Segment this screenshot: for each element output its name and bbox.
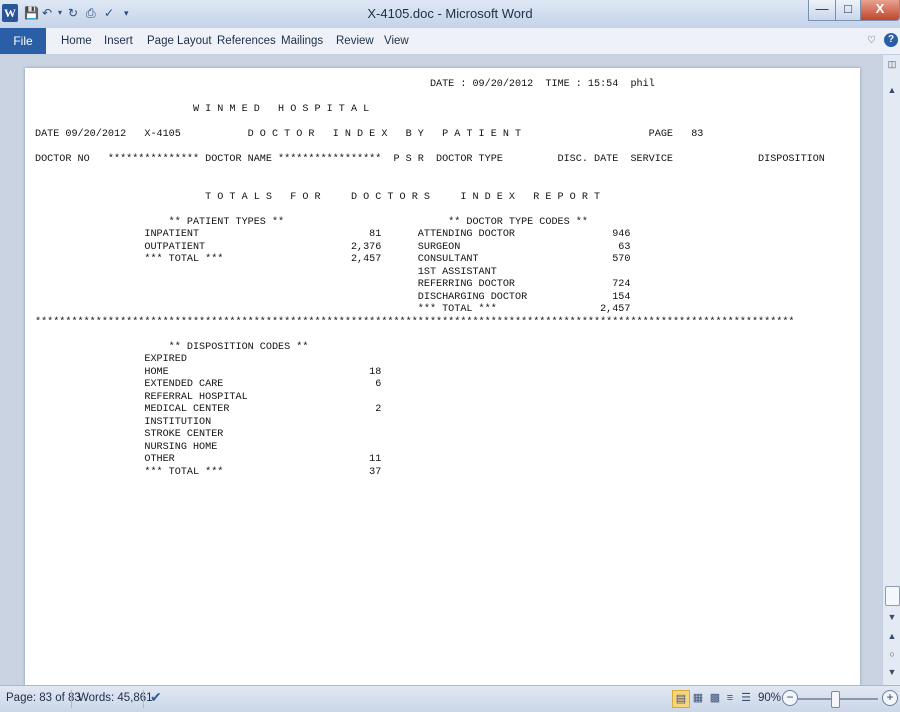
maximize-button[interactable]: □ — [835, 0, 861, 21]
ruler-toggle-icon[interactable]: ◫ — [883, 59, 900, 70]
web-layout-icon[interactable]: ▩ — [707, 690, 723, 706]
tab-mailings[interactable]: Mailings — [281, 28, 323, 54]
document-page[interactable]: DATE : 09/20/2012 TIME : 15:54 phil W I … — [25, 68, 860, 698]
scroll-down-icon[interactable]: ▼ — [883, 612, 900, 622]
minimize-button[interactable]: — — [808, 0, 836, 21]
tab-page-layout[interactable]: Page Layout — [147, 28, 212, 54]
help-icon[interactable]: ? — [884, 33, 898, 47]
status-separator — [143, 690, 144, 708]
full-screen-reading-icon[interactable]: ▦ — [690, 690, 706, 706]
scroll-thumb[interactable] — [885, 586, 900, 606]
ribbon-tabs: File Home Insert Page Layout References … — [0, 28, 900, 55]
close-button[interactable]: X — [860, 0, 900, 21]
tab-view[interactable]: View — [384, 28, 409, 54]
print-layout-icon[interactable]: ▤ — [672, 690, 690, 708]
vertical-scrollbar[interactable]: ◫ ▲ ▼ ▲ ○ ▼ — [882, 55, 900, 685]
zoom-level[interactable]: 90% — [758, 692, 781, 704]
tab-home[interactable]: Home — [61, 28, 92, 54]
window-title: X-4105.doc - Microsoft Word — [367, 6, 533, 21]
draft-icon[interactable]: ☰ — [738, 690, 754, 706]
expand-ribbon-icon[interactable]: ♡ — [867, 28, 876, 54]
proofing-check-icon[interactable]: ✔ — [150, 689, 162, 706]
zoom-slider-thumb[interactable] — [831, 691, 840, 708]
tab-references[interactable]: References — [217, 28, 276, 54]
zoom-out-icon[interactable]: − — [782, 690, 798, 706]
status-separator — [71, 690, 72, 708]
outline-icon[interactable]: ≡ — [722, 690, 738, 706]
select-browse-object-icon[interactable]: ○ — [883, 649, 900, 659]
zoom-in-icon[interactable]: + — [882, 690, 898, 706]
next-page-icon[interactable]: ▼ — [883, 667, 900, 677]
word-count[interactable]: Words: 45,861 — [78, 692, 153, 704]
tab-review[interactable]: Review — [336, 28, 374, 54]
scroll-up-icon[interactable]: ▲ — [883, 85, 900, 95]
page-count[interactable]: Page: 83 of 83 — [6, 692, 81, 704]
tab-file[interactable]: File — [0, 28, 46, 54]
previous-page-icon[interactable]: ▲ — [883, 631, 900, 641]
document-area: DATE : 09/20/2012 TIME : 15:54 phil W I … — [0, 55, 882, 698]
title-bar: W 💾 ↶ ▾ ↻ ⎙ ✓ ▾ X-4105.doc - Microsoft W… — [0, 0, 900, 29]
tab-insert[interactable]: Insert — [104, 28, 133, 54]
document-text: DATE : 09/20/2012 TIME : 15:54 phil W I … — [35, 79, 825, 478]
status-bar: Page: 83 of 83 Words: 45,861 ✔ ▤ ▦ ▩ ≡ ☰… — [0, 685, 900, 712]
